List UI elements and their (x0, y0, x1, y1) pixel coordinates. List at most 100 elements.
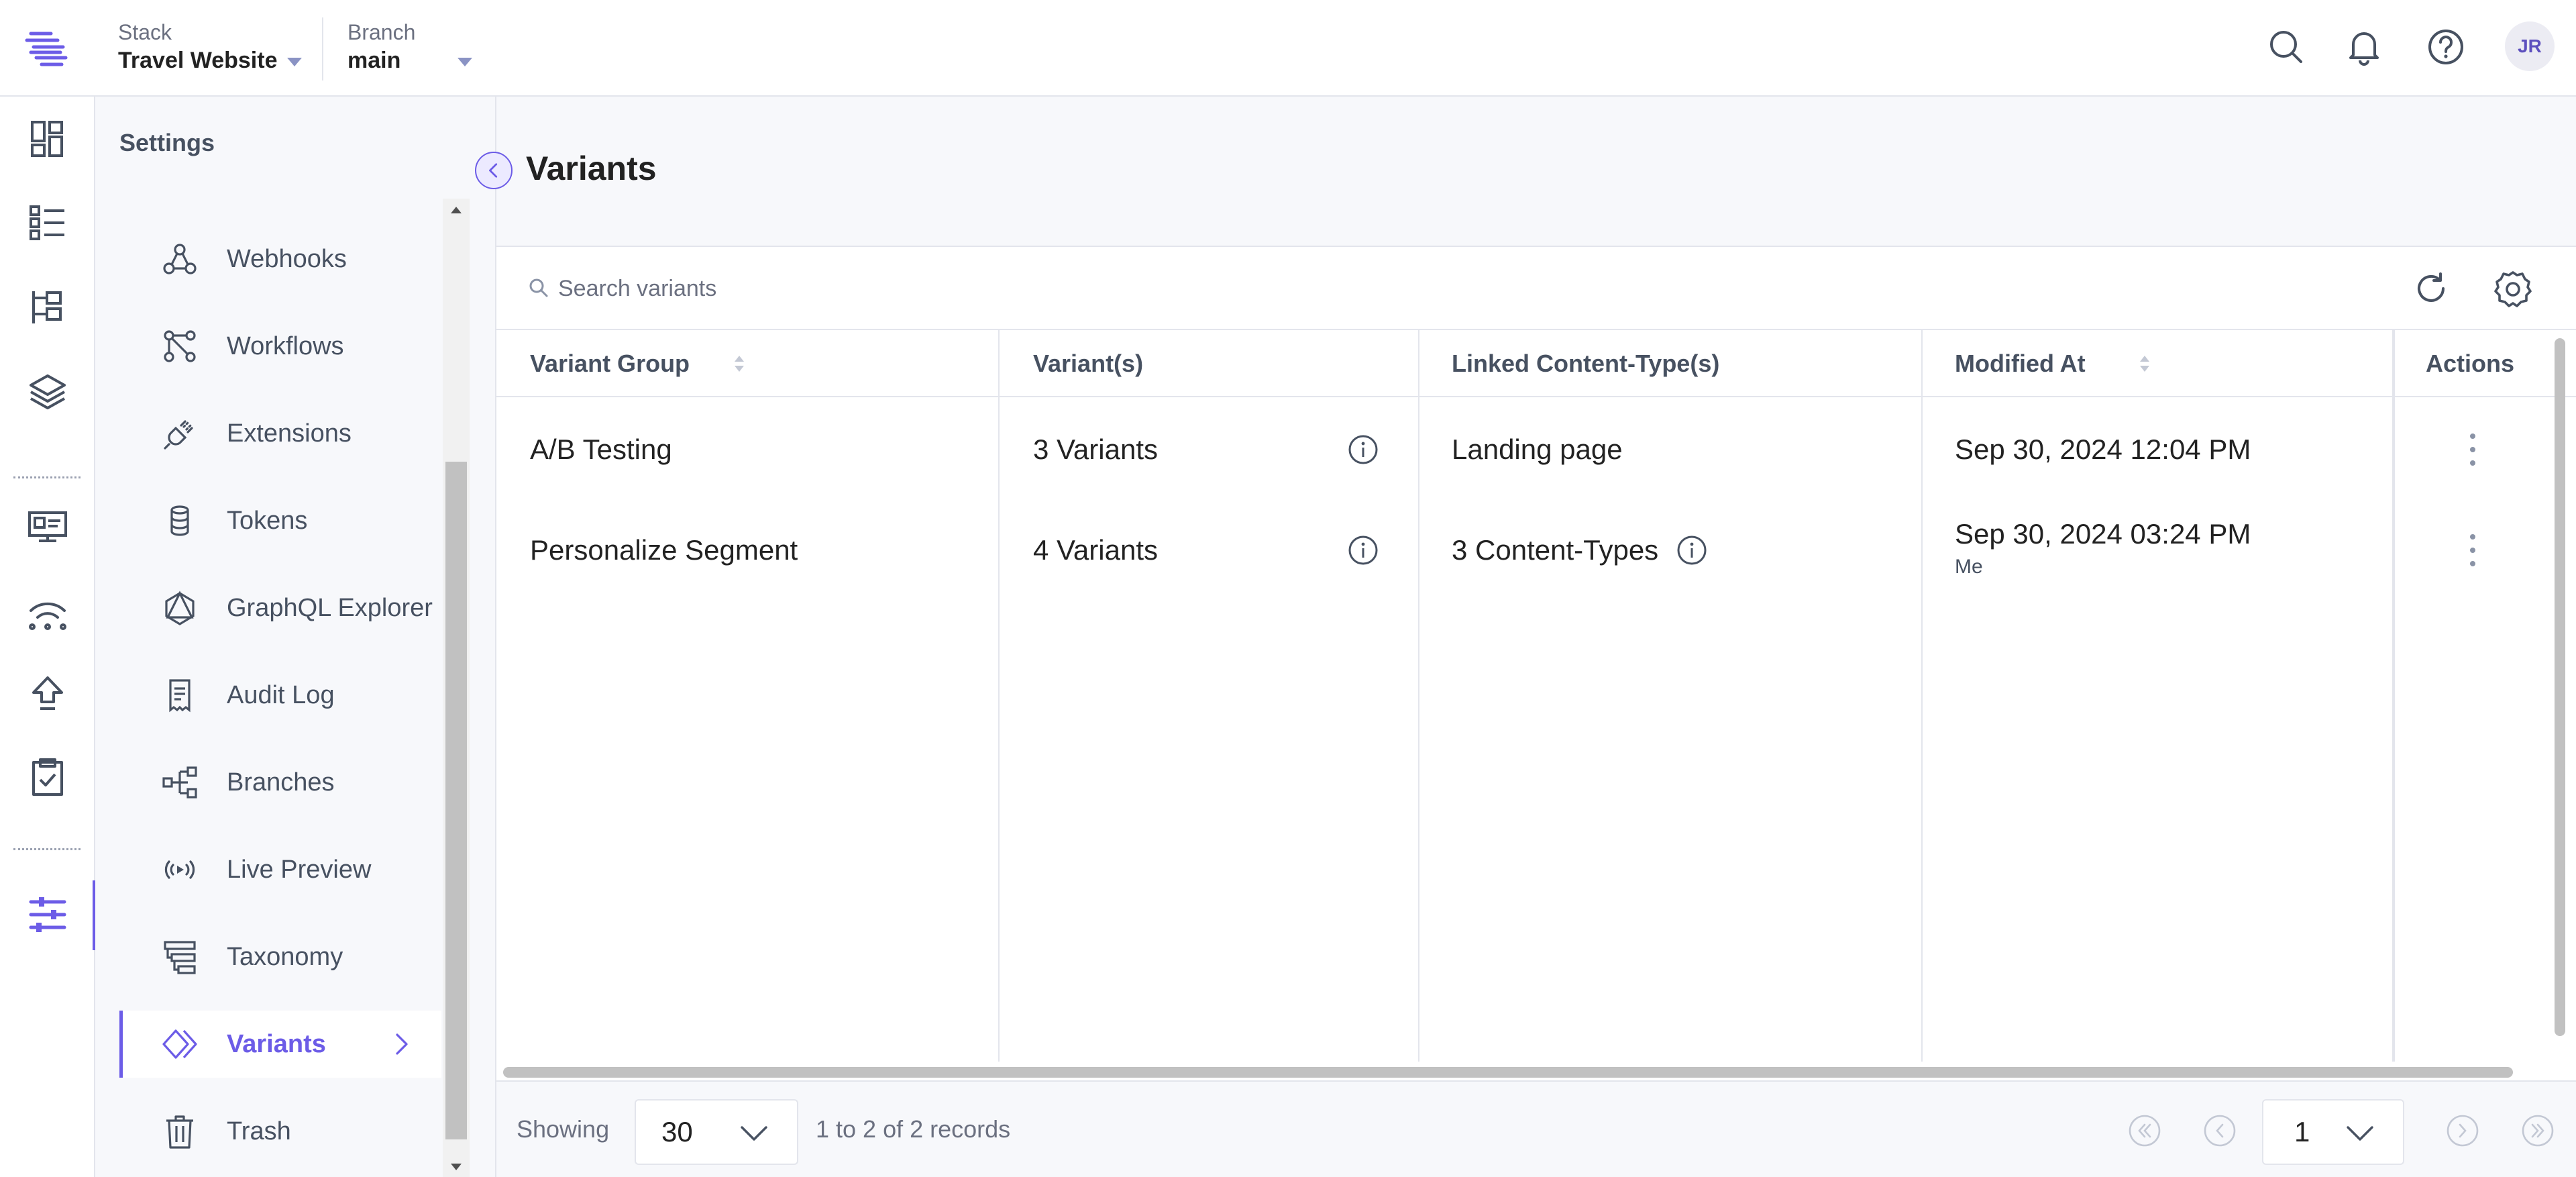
info-icon[interactable] (1676, 534, 1708, 566)
collapse-sidebar-button[interactable] (475, 152, 513, 189)
records-count: 1 to 2 of 2 records (816, 1115, 1011, 1143)
settings-item-label: Webhooks (227, 244, 347, 273)
app-rail (0, 97, 95, 1177)
info-icon[interactable] (1347, 534, 1379, 566)
cell-modified-at: Sep 30, 2024 03:24 PM (1955, 518, 2251, 550)
rail-divider (13, 848, 80, 850)
content-models-icon[interactable] (24, 285, 71, 331)
last-page-icon[interactable] (2521, 1114, 2555, 1147)
column-divider (1921, 330, 1923, 1062)
info-icon[interactable] (1347, 433, 1379, 466)
settings-scrollbar[interactable] (443, 199, 470, 1177)
pagination-bar: Showing 30 1 to 2 of 2 records 1 (496, 1080, 2576, 1177)
stack-selector[interactable]: Stack Travel Website (118, 19, 302, 75)
stack-name: Travel Website (118, 48, 278, 73)
chevron-down-icon (741, 1126, 767, 1141)
vertical-scrollbar[interactable] (2555, 338, 2565, 1036)
chevron-right-icon (396, 1033, 408, 1055)
settings-item-label: Taxonomy (227, 942, 343, 971)
stack-label: Stack (118, 20, 172, 44)
workflow-icon (164, 330, 196, 362)
receipt-icon (169, 679, 191, 713)
horizontal-scrollbar[interactable] (503, 1067, 2513, 1078)
settings-item-variants[interactable]: Variants (119, 1011, 441, 1078)
scroll-down-arrow-icon[interactable] (451, 1164, 462, 1170)
column-divider (1418, 330, 1419, 1062)
settings-item-webhooks[interactable]: Webhooks (119, 225, 535, 293)
dashboard-icon[interactable] (24, 115, 71, 162)
webhook-icon (163, 244, 197, 274)
settings-item-graphql-explorer[interactable]: GraphQL Explorer (119, 574, 535, 642)
previous-page-icon[interactable] (2203, 1114, 2237, 1147)
live-preview-icon (164, 860, 195, 879)
variants-table-card: Variant Group Variant(s) Linked Content-… (496, 246, 2576, 1177)
cell-modified-at: Sep 30, 2024 12:04 PM (1955, 433, 2251, 465)
row-actions-kebab-icon[interactable] (2469, 432, 2477, 467)
cell-variants: 4 Variants (1033, 534, 1158, 566)
variants-icon (162, 1029, 197, 1059)
refresh-icon[interactable] (2410, 267, 2453, 310)
search-variants-input[interactable] (558, 270, 1363, 307)
publish-queue-icon[interactable] (24, 505, 71, 552)
caret-down-icon (286, 57, 302, 66)
plug-icon (164, 420, 193, 450)
contentstack-logo-icon[interactable] (24, 27, 70, 71)
column-divider (2392, 330, 2395, 1062)
table-settings-gear-icon[interactable] (2491, 267, 2534, 310)
settings-item-label: Branches (227, 768, 335, 797)
settings-item-workflows[interactable]: Workflows (119, 313, 535, 380)
first-page-icon[interactable] (2128, 1114, 2161, 1147)
settings-item-label: GraphQL Explorer (227, 593, 433, 622)
settings-item-label: Extensions (227, 419, 352, 448)
branch-selector[interactable]: Branch main (347, 19, 472, 75)
entries-list-icon[interactable] (24, 199, 71, 246)
next-page-icon[interactable] (2446, 1114, 2479, 1147)
cell-variants: 3 Variants (1033, 433, 1158, 465)
trash-icon (166, 1115, 193, 1149)
settings-item-tokens[interactable]: Tokens (119, 487, 535, 554)
database-icon (170, 505, 189, 536)
branches-icon (162, 766, 197, 799)
column-header-variants: Variant(s) (1033, 350, 1144, 377)
branch-label: Branch (347, 20, 416, 44)
user-avatar[interactable]: JR (2505, 21, 2555, 71)
settings-title: Settings (119, 129, 215, 156)
scroll-up-arrow-icon[interactable] (451, 207, 462, 213)
settings-item-branches[interactable]: Branches (119, 749, 535, 816)
sort-icon[interactable] (733, 350, 746, 377)
sort-icon[interactable] (2138, 350, 2151, 377)
branch-value[interactable]: main (347, 46, 472, 75)
assets-stack-icon[interactable] (24, 369, 71, 416)
cell-variant-group[interactable]: A/B Testing (530, 433, 672, 466)
settings-item-audit-log[interactable]: Audit Log (119, 662, 535, 729)
rail-divider (13, 476, 80, 478)
cell-variant-group[interactable]: Personalize Segment (530, 534, 798, 566)
settings-item-extensions[interactable]: Extensions (119, 400, 535, 467)
column-header-variant-group[interactable]: Variant Group (530, 330, 746, 397)
page-number-select[interactable]: 1 (2262, 1099, 2404, 1165)
column-divider (998, 330, 1000, 1062)
settings-item-label: Tokens (227, 506, 308, 535)
bell-icon[interactable] (2343, 25, 2385, 68)
help-icon[interactable] (2424, 25, 2467, 68)
column-header-modified-at[interactable]: Modified At (1955, 330, 2151, 397)
search-icon[interactable] (2265, 25, 2308, 68)
settings-item-label: Trash (227, 1117, 291, 1145)
graphql-icon (165, 591, 195, 625)
tasks-clipboard-icon[interactable] (24, 754, 71, 801)
stack-value[interactable]: Travel Website (118, 46, 302, 75)
settings-item-live-preview[interactable]: Live Preview (119, 836, 535, 903)
releases-signal-icon[interactable] (24, 588, 71, 635)
settings-item-taxonomy[interactable]: Taxonomy (119, 923, 535, 990)
row-actions-kebab-icon[interactable] (2469, 533, 2477, 568)
settings-item-trash[interactable]: Trash (119, 1098, 535, 1165)
table-header: Variant Group Variant(s) Linked Content-… (496, 330, 2576, 397)
scrollbar-thumb[interactable] (445, 462, 467, 1139)
page-size-select[interactable]: 30 (635, 1099, 798, 1165)
cell-linked-content-types: Landing page (1452, 433, 1623, 465)
deploy-upload-icon[interactable] (24, 671, 71, 718)
column-label: Modified At (1955, 350, 2086, 377)
taxonomy-icon (164, 941, 196, 974)
caret-down-icon (458, 57, 472, 66)
settings-sliders-icon[interactable] (24, 891, 71, 938)
